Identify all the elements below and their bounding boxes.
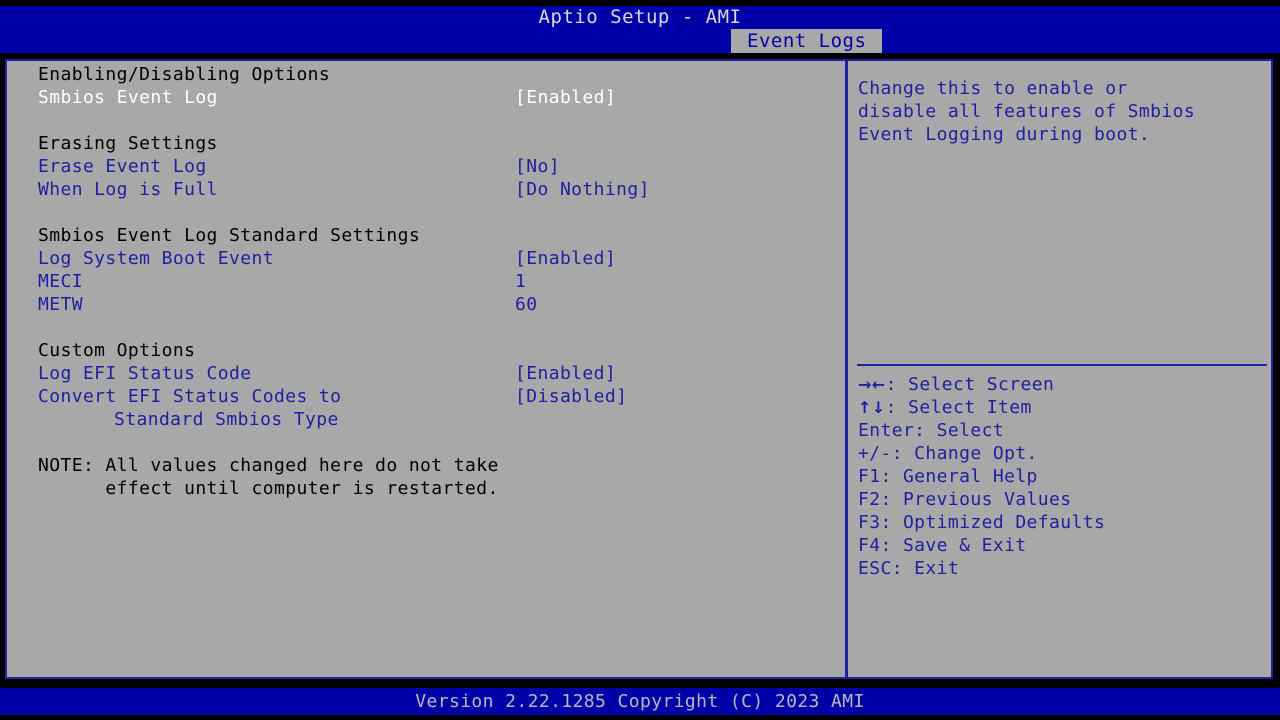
row-spacer xyxy=(9,316,845,339)
help-line: disable all features of Smbios xyxy=(858,101,1196,122)
setting-value[interactable]: [Enabled] xyxy=(515,86,616,109)
setting-value[interactable]: [Enabled] xyxy=(515,247,616,270)
key-legend-label: F1: General Help xyxy=(858,466,1038,487)
note-text: NOTE: All values changed here do not tak… xyxy=(38,455,499,476)
setting-row[interactable]: Smbios Event Log [Enabled] xyxy=(9,86,845,109)
note-line: NOTE: All values changed here do not tak… xyxy=(9,454,845,477)
bios-setup-screen: Aptio Setup - AMI Event Logs Enabling/Di… xyxy=(0,0,1280,720)
setting-value[interactable]: [Enabled] xyxy=(515,362,616,385)
key-legend-label: : Select Item xyxy=(885,397,1032,418)
setting-row[interactable]: MECI 1 xyxy=(9,270,845,293)
setting-row[interactable]: Erase Event Log [No] xyxy=(9,155,845,178)
setting-label: Erasing Settings xyxy=(38,133,218,154)
setting-label: Convert EFI Status Codes to xyxy=(38,386,342,407)
setting-label: Log System Boot Event xyxy=(38,248,274,269)
section-header: Erasing Settings xyxy=(9,132,845,155)
row-spacer xyxy=(9,201,845,224)
key-legend-label: F4: Save & Exit xyxy=(858,535,1027,556)
setting-label: Custom Options xyxy=(38,340,196,361)
key-legend-label: +/-: Change Opt. xyxy=(858,443,1038,464)
setting-label: Log EFI Status Code xyxy=(38,363,252,384)
note-line: effect until computer is restarted. xyxy=(9,477,845,500)
setting-label: Smbios Event Log Standard Settings xyxy=(38,225,421,246)
setting-value[interactable]: [Disabled] xyxy=(515,385,627,408)
setting-row[interactable]: Log System Boot Event [Enabled] xyxy=(9,247,845,270)
section-header: Smbios Event Log Standard Settings xyxy=(9,224,845,247)
key-legend-label: F2: Previous Values xyxy=(858,489,1072,510)
key-legend-item: +/-: Change Opt. xyxy=(858,442,1268,465)
setting-label: Erase Event Log xyxy=(38,156,207,177)
setting-label: Standard Smbios Type xyxy=(114,409,339,430)
tab-event-logs[interactable]: Event Logs xyxy=(731,29,883,53)
key-legend-item: →←: Select Screen xyxy=(858,373,1268,396)
setting-label: When Log is Full xyxy=(38,179,218,200)
key-legend-item: F1: General Help xyxy=(858,465,1268,488)
key-legend: →←: Select Screen ↑↓: Select Item Enter: S… xyxy=(858,373,1268,580)
section-header: Custom Options xyxy=(9,339,845,362)
setting-label: Smbios Event Log xyxy=(38,87,218,108)
setting-row: Standard Smbios Type xyxy=(9,408,845,431)
key-legend-item: F4: Save & Exit xyxy=(858,534,1268,557)
note-text: effect until computer is restarted. xyxy=(38,478,499,499)
help-panel: Change this to enable or disable all feat… xyxy=(851,63,1271,675)
setting-row[interactable]: Log EFI Status Code [Enabled] xyxy=(9,362,845,385)
setting-label: MECI xyxy=(38,271,83,292)
help-line: Event Logging during boot. xyxy=(858,124,1151,145)
page-title: Aptio Setup - AMI xyxy=(538,6,742,28)
version-text: Version 2.22.1285 Copyright (C) 2023 AMI xyxy=(415,691,865,712)
key-legend-item: Enter: Select xyxy=(858,419,1268,442)
help-line: Change this to enable or xyxy=(858,78,1128,99)
key-legend-label: : Select Screen xyxy=(885,374,1055,395)
panel-divider xyxy=(845,59,848,679)
key-legend-item: F3: Optimized Defaults xyxy=(858,511,1268,534)
setting-label: METW xyxy=(38,294,83,315)
row-spacer xyxy=(9,109,845,132)
note-block: NOTE: All values changed here do not tak… xyxy=(9,454,845,500)
key-legend-item: F2: Previous Values xyxy=(858,488,1268,511)
section-header: Enabling/Disabling Options xyxy=(9,63,845,86)
key-legend-label: ESC: Exit xyxy=(858,558,960,579)
settings-list: Enabling/Disabling Options Smbios Event L… xyxy=(9,63,845,675)
setting-row[interactable]: METW 60 xyxy=(9,293,845,316)
setting-label: Enabling/Disabling Options xyxy=(38,64,331,85)
setting-value[interactable]: 1 xyxy=(515,270,526,293)
help-separator xyxy=(857,364,1267,366)
key-legend-item: ↑↓: Select Item xyxy=(858,396,1268,419)
tab-strip: Event Logs xyxy=(0,29,1280,53)
setting-row[interactable]: Convert EFI Status Codes to [Disabled] xyxy=(9,385,845,408)
key-legend-label: F3: Optimized Defaults xyxy=(858,512,1106,533)
key-legend-item: ESC: Exit xyxy=(858,557,1268,580)
arrow-keys-icon: →← xyxy=(858,375,886,394)
setting-value[interactable]: [Do Nothing] xyxy=(515,178,650,201)
setting-value[interactable]: 60 xyxy=(515,293,537,316)
setting-row[interactable]: When Log is Full [Do Nothing] xyxy=(9,178,845,201)
arrow-keys-icon: ↑↓ xyxy=(858,398,886,417)
setting-value[interactable]: [No] xyxy=(515,155,560,178)
help-description: Change this to enable or disable all feat… xyxy=(858,77,1268,146)
key-legend-label: Enter: Select xyxy=(858,420,1005,441)
